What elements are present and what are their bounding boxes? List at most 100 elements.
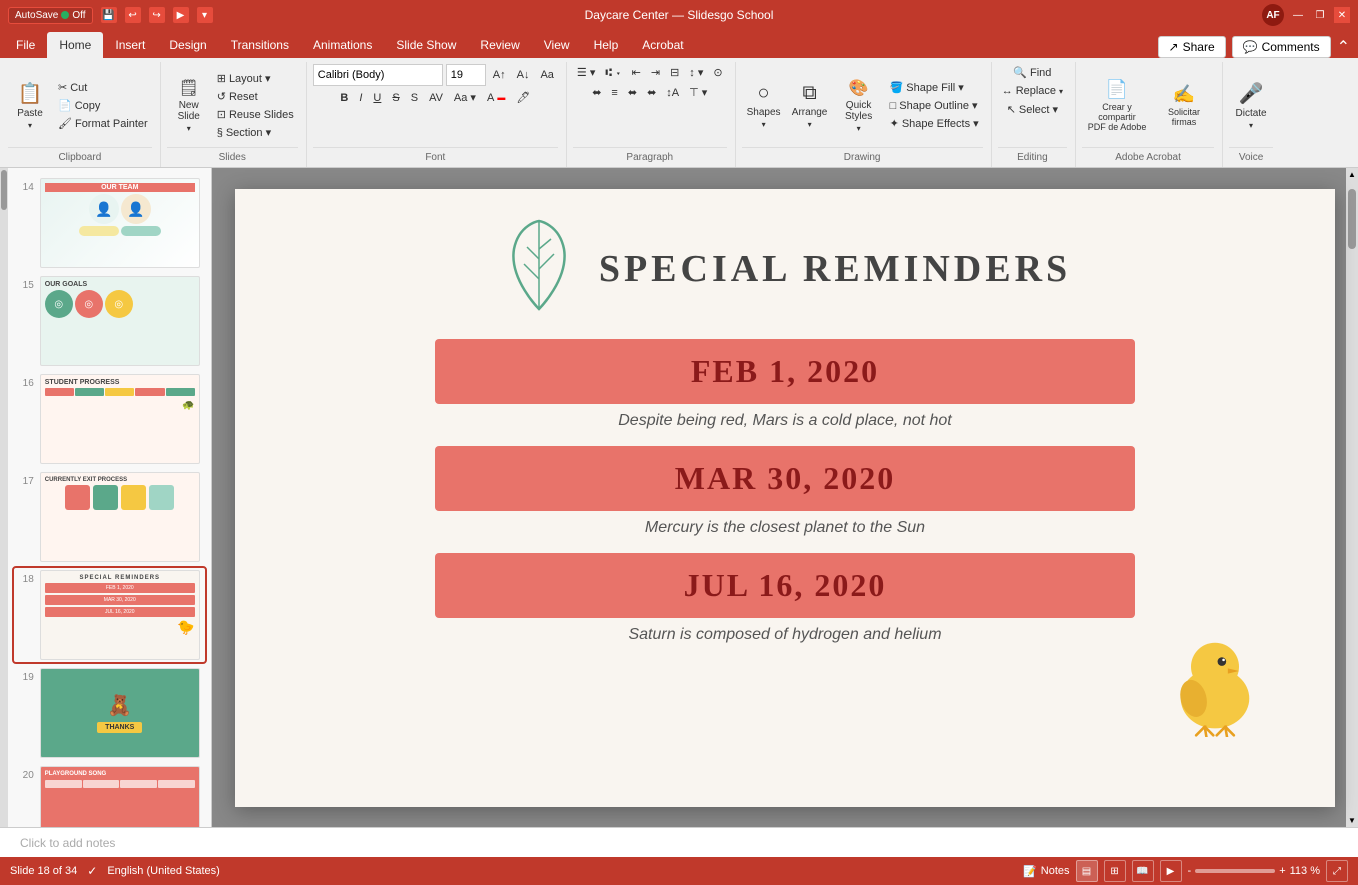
slide-thumb-17[interactable]: 17 CURRENTLY EXIT PROCESS — [14, 470, 205, 564]
shapes-button[interactable]: ○ Shapes ▾ — [742, 73, 786, 139]
dictate-button[interactable]: 🎤 Dictate ▾ — [1229, 73, 1273, 139]
copy-button[interactable]: 📄 Copy — [54, 97, 152, 114]
slides-buttons: 🗒 NewSlide ▾ ⊞ Layout ▾ ↺ Reset ⊡ Reuse … — [167, 64, 298, 147]
zoom-in-button[interactable]: + — [1279, 865, 1285, 877]
close-button[interactable]: ✕ — [1334, 7, 1350, 23]
layout-button[interactable]: ⊞ Layout ▾ — [213, 70, 298, 87]
slide-thumb-18[interactable]: 18 SPECIAL REMINDERS FEB 1, 2020 MAR 30,… — [14, 568, 205, 662]
find-button[interactable]: 🔍 Find — [1009, 64, 1055, 81]
fit-slide-button[interactable]: ⤢ — [1326, 860, 1348, 882]
tab-transitions[interactable]: Transitions — [219, 32, 301, 58]
zoom-slider[interactable] — [1195, 869, 1275, 873]
minimize-button[interactable]: — — [1290, 7, 1306, 23]
arrange-button[interactable]: ⧉ Arrange ▾ — [788, 73, 832, 139]
share-button[interactable]: ↗ Share — [1158, 36, 1226, 58]
scroll-thumb[interactable] — [1, 170, 7, 210]
zoom-out-button[interactable]: - — [1188, 865, 1192, 877]
paste-button[interactable]: 📋 Paste ▾ — [8, 73, 52, 139]
request-signatures-button[interactable]: ✍ Solicitarfirmas — [1154, 73, 1214, 139]
line-spacing-button[interactable]: ↕ ▾ — [685, 64, 707, 81]
quick-styles-button[interactable]: 🎨 QuickStyles ▾ — [834, 73, 884, 139]
user-avatar[interactable]: AF — [1262, 4, 1284, 26]
slide-thumb-19[interactable]: 19 🧸 THANKS — [14, 666, 205, 760]
shadow-button[interactable]: S — [407, 90, 422, 106]
scroll-up-button[interactable]: ▲ — [1348, 170, 1356, 179]
font-row1: A↑ A↓ Aa — [313, 64, 558, 86]
char-spacing-button[interactable]: AV — [425, 90, 447, 106]
autosave-indicator — [61, 11, 69, 19]
notes-toggle[interactable]: 📝 Notes — [1023, 865, 1069, 878]
decrease-indent-button[interactable]: ⇤ — [628, 64, 645, 81]
normal-view-button[interactable]: ▤ — [1076, 860, 1098, 882]
layout-label: Layout ▾ — [229, 72, 271, 85]
decrease-font-button[interactable]: A↓ — [513, 67, 534, 83]
justify-button[interactable]: ⬌ — [643, 84, 660, 101]
smart-art-button[interactable]: ⊙ — [709, 64, 726, 81]
tab-view[interactable]: View — [532, 32, 582, 58]
italic-button[interactable]: I — [355, 90, 366, 106]
shape-outline-button[interactable]: □ Shape Outline ▾ — [886, 97, 983, 114]
tab-slideshow[interactable]: Slide Show — [384, 32, 468, 58]
slideshow-button[interactable]: ▶ — [1160, 860, 1182, 882]
create-pdf-button[interactable]: 📄 Crear y compartirPDF de Adobe — [1082, 73, 1152, 139]
zoom-level: 113 % — [1290, 865, 1320, 877]
slide-thumb-16[interactable]: 16 STUDENT PROGRESS 🐢 — [14, 372, 205, 466]
reuse-slides-button[interactable]: ⊡ Reuse Slides — [213, 106, 298, 123]
strikethrough-button[interactable]: S — [388, 90, 403, 106]
slide-canvas[interactable]: SPECIAL REMINDERS FEB 1, 2020 Despite be… — [235, 189, 1335, 807]
select-button[interactable]: ↖ Select ▾ — [1003, 101, 1062, 118]
text-dir-button[interactable]: ↕A — [662, 84, 683, 101]
scroll-down-button[interactable]: ▼ — [1348, 816, 1356, 825]
clear-format-button[interactable]: Aa — [536, 67, 557, 83]
text-align-button[interactable]: ⊤ ▾ — [685, 84, 711, 101]
numbering-button[interactable]: ⑆ ▾ — [601, 64, 625, 81]
tab-review[interactable]: Review — [468, 32, 531, 58]
columns-button[interactable]: ⊟ — [666, 64, 683, 81]
underline-button[interactable]: U — [369, 90, 385, 106]
canvas-scroll-thumb[interactable] — [1348, 189, 1356, 249]
tab-animations[interactable]: Animations — [301, 32, 384, 58]
tab-file[interactable]: File — [4, 32, 47, 58]
paste-dropdown[interactable]: ▾ — [28, 121, 32, 130]
align-center-button[interactable]: ≡ — [607, 84, 621, 101]
increase-font-button[interactable]: A↑ — [489, 67, 510, 83]
cut-button[interactable]: ✂ Cut — [54, 79, 152, 96]
font-name-input[interactable] — [313, 64, 443, 86]
increase-indent-button[interactable]: ⇥ — [647, 64, 664, 81]
slide-sorter-button[interactable]: ⊞ — [1104, 860, 1126, 882]
tab-acrobat[interactable]: Acrobat — [630, 32, 695, 58]
tab-help[interactable]: Help — [582, 32, 631, 58]
font-color-button[interactable]: A ▬ — [483, 90, 509, 106]
notes-placeholder[interactable]: Click to add notes — [20, 836, 1338, 850]
shape-effects-button[interactable]: ✦ Shape Effects ▾ — [886, 115, 983, 132]
bold-button[interactable]: B — [336, 90, 352, 106]
highlight-button[interactable]: 🖊 — [512, 89, 534, 106]
shape-fill-button[interactable]: 🪣 Shape Fill ▾ — [886, 79, 983, 96]
reset-button[interactable]: ↺ Reset — [213, 88, 298, 105]
comments-button[interactable]: 💬 Comments — [1232, 36, 1331, 58]
align-left-button[interactable]: ⬌ — [588, 84, 605, 101]
slide-thumb-15[interactable]: 15 OUR GOALS ◎ ◎ ◎ — [14, 274, 205, 368]
save-icon[interactable]: 💾 — [101, 7, 117, 23]
align-right-button[interactable]: ⬌ — [624, 84, 641, 101]
font-size-input[interactable] — [446, 64, 486, 86]
bullets-button[interactable]: ☰ ▾ — [573, 64, 599, 81]
redo-icon[interactable]: ↪ — [149, 7, 165, 23]
present-icon[interactable]: ▶ — [173, 7, 189, 23]
slide-thumb-20[interactable]: 20 PLAYGROUND SONG — [14, 764, 205, 827]
tab-design[interactable]: Design — [157, 32, 218, 58]
replace-button[interactable]: ↔ Replace ▾ — [998, 83, 1067, 99]
collapse-ribbon-button[interactable]: ⌃ — [1337, 37, 1350, 57]
reading-view-button[interactable]: 📖 — [1132, 860, 1154, 882]
section-button[interactable]: § Section ▾ — [213, 124, 298, 141]
format-painter-button[interactable]: 🖌 Format Painter — [54, 115, 152, 132]
tab-insert[interactable]: Insert — [103, 32, 157, 58]
slide-thumb-14[interactable]: 14 OUR TEAM 👤 👤 — [14, 176, 205, 270]
autosave-button[interactable]: AutoSave Off — [8, 7, 93, 24]
undo-icon[interactable]: ↩ — [125, 7, 141, 23]
font-case-button[interactable]: Aa ▾ — [450, 89, 480, 106]
new-slide-button[interactable]: 🗒 NewSlide ▾ — [167, 73, 211, 139]
customize-icon[interactable]: ▾ — [197, 7, 213, 23]
tab-home[interactable]: Home — [47, 32, 103, 58]
restore-button[interactable]: ❐ — [1312, 7, 1328, 23]
